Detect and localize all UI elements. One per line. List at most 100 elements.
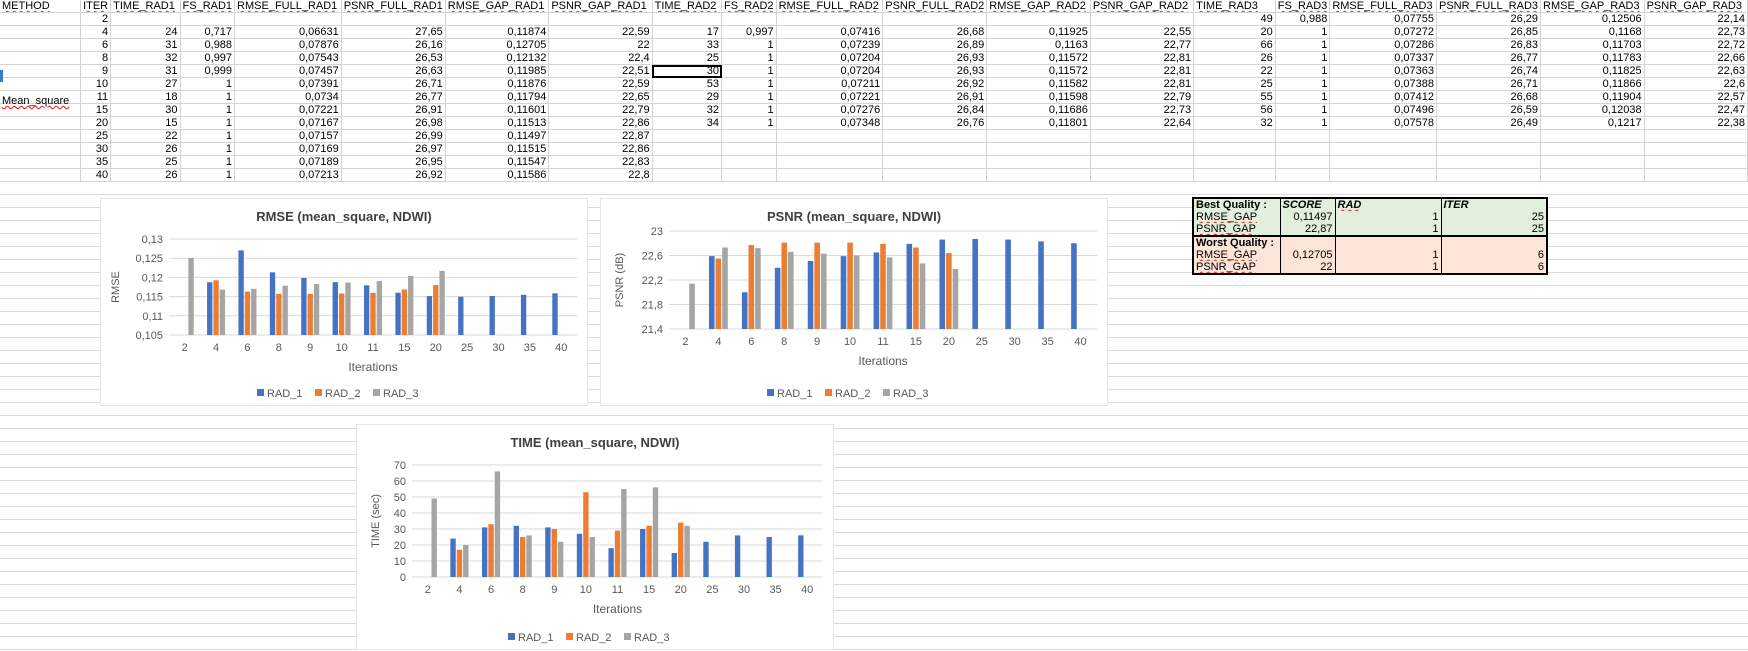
best-score-cell[interactable]: 22,87 <box>1280 223 1336 236</box>
table-cell[interactable]: 0,07189 <box>234 155 342 169</box>
table-cell[interactable]: 26,71 <box>341 77 446 91</box>
table-cell[interactable]: 22 <box>110 129 181 143</box>
table-cell[interactable] <box>1275 129 1331 143</box>
column-header[interactable]: RMSE_FULL_RAD1 <box>234 0 342 13</box>
table-cell[interactable] <box>1540 142 1645 156</box>
table-cell[interactable]: 25 <box>80 129 112 143</box>
table-cell[interactable]: 0,07363 <box>1329 64 1437 78</box>
table-cell[interactable] <box>0 116 82 130</box>
table-cell[interactable]: 0,997 <box>721 25 777 39</box>
table-cell[interactable] <box>1644 168 1748 182</box>
table-row[interactable]: 25 22 1 0,07157 26,99 0,11497 22,87 <box>0 129 1748 143</box>
table-cell[interactable]: 56 <box>1193 103 1276 117</box>
table-cell[interactable]: 25 <box>110 155 181 169</box>
table-cell[interactable]: 0,11547 <box>445 155 550 169</box>
table-cell[interactable]: 0,07337 <box>1329 51 1437 65</box>
table-cell[interactable] <box>548 12 653 26</box>
table-cell[interactable]: 26 <box>110 168 181 182</box>
time-chart[interactable]: TIME (mean_square, NDWI) 0 10 20 30 40 50 60 70 2… <box>356 424 834 650</box>
table-cell[interactable] <box>776 168 884 182</box>
table-cell[interactable]: 26,93 <box>882 51 988 65</box>
table-cell[interactable]: 0,07388 <box>1329 77 1437 91</box>
column-header[interactable]: RMSE_FULL_RAD3 <box>1329 0 1437 13</box>
table-cell[interactable]: 35 <box>80 155 112 169</box>
table-cell[interactable]: 22,51 <box>548 64 653 78</box>
table-cell[interactable]: 0,11601 <box>445 103 550 117</box>
table-cell[interactable] <box>1436 129 1542 143</box>
table-cell[interactable]: 0,11876 <box>445 77 550 91</box>
table-cell[interactable]: 0,07157 <box>234 129 342 143</box>
table-cell[interactable] <box>0 129 82 143</box>
table-cell[interactable]: 1 <box>721 64 777 78</box>
table-cell[interactable]: 0,11572 <box>986 51 1091 65</box>
table-cell[interactable]: 1 <box>1275 77 1331 91</box>
table-cell[interactable]: 22,14 <box>1644 12 1748 26</box>
table-cell[interactable]: 1 <box>721 103 777 117</box>
table-cell[interactable]: 18 <box>110 90 181 104</box>
table-cell[interactable] <box>1329 142 1437 156</box>
table-cell[interactable] <box>0 12 82 26</box>
table-cell[interactable] <box>445 12 550 26</box>
table-cell[interactable] <box>652 12 723 26</box>
worst-metric-cell[interactable]: RMSE_GAP <box>1192 249 1281 261</box>
table-cell[interactable] <box>882 155 988 169</box>
worst-iter-cell[interactable]: 6 <box>1441 261 1548 275</box>
table-cell[interactable]: 22,63 <box>1644 64 1748 78</box>
column-header[interactable]: TIME_RAD1 <box>110 0 181 13</box>
worst-rad-cell[interactable]: 1 <box>1335 249 1442 261</box>
table-row[interactable]: 2 49 0,988 0,07755 26,29 0,12506 22,14 <box>0 12 1748 26</box>
column-header[interactable]: PSNR_GAP_RAD1 <box>548 0 653 13</box>
table-cell[interactable]: 49 <box>1193 12 1276 26</box>
table-row[interactable]: 6 31 0,988 0,07876 26,16 0,12705 22 33 1 0,07239 2… <box>0 38 1748 52</box>
table-cell[interactable]: 15 <box>110 116 181 130</box>
column-header[interactable]: PSNR_GAP_RAD3 <box>1644 0 1748 13</box>
table-cell[interactable]: 20 <box>80 116 112 130</box>
table-cell[interactable]: 20 <box>1193 25 1276 39</box>
table-cell[interactable]: 0,1168 <box>1540 25 1645 39</box>
table-cell[interactable]: 26,76 <box>882 116 988 130</box>
table-cell[interactable]: 22,73 <box>1090 103 1195 117</box>
table-cell[interactable]: 0,11703 <box>1540 38 1645 52</box>
table-cell[interactable]: 0,07876 <box>234 38 342 52</box>
table-row[interactable]: 4 24 0,717 0,06631 27,65 0,11874 22,59 17 0,997 0… <box>0 25 1748 39</box>
table-cell[interactable]: 0,997 <box>180 51 236 65</box>
table-cell[interactable]: 0,07204 <box>776 51 884 65</box>
table-cell[interactable] <box>986 155 1091 169</box>
table-cell[interactable]: 0,11572 <box>986 64 1091 78</box>
table-cell[interactable] <box>0 168 82 182</box>
table-cell[interactable]: 1 <box>1275 51 1331 65</box>
table-cell[interactable]: 24 <box>110 25 181 39</box>
table-cell[interactable]: 0,12132 <box>445 51 550 65</box>
table-cell[interactable]: 26,71 <box>1436 77 1542 91</box>
best-rad-header[interactable]: RAD <box>1335 197 1442 211</box>
table-cell[interactable] <box>1644 142 1748 156</box>
table-row[interactable]: 30 26 1 0,07169 26,97 0,11515 22,86 <box>0 142 1748 156</box>
psnr-chart[interactable]: PSNR (mean_square, NDWI) 21,4 21,8 22,2 22,6… <box>600 198 1108 406</box>
table-cell[interactable]: 0,11866 <box>1540 77 1645 91</box>
table-cell[interactable]: 0,07755 <box>1329 12 1437 26</box>
table-cell[interactable]: 27 <box>110 77 181 91</box>
table-cell[interactable]: 0,999 <box>180 64 236 78</box>
column-header[interactable]: FS_RAD1 <box>180 0 236 13</box>
table-cell[interactable]: 0,07272 <box>1329 25 1437 39</box>
table-cell[interactable]: 22,87 <box>548 129 653 143</box>
table-cell[interactable]: 0,988 <box>1275 12 1331 26</box>
table-cell[interactable] <box>652 142 723 156</box>
table-cell[interactable] <box>1540 129 1645 143</box>
table-cell[interactable]: 0,11586 <box>445 168 550 182</box>
table-cell[interactable] <box>1436 142 1542 156</box>
table-cell[interactable]: 26,84 <box>882 103 988 117</box>
table-cell[interactable]: 0,12705 <box>445 38 550 52</box>
table-cell[interactable]: 22,66 <box>1644 51 1748 65</box>
table-cell[interactable] <box>721 155 777 169</box>
table-cell[interactable]: 0,12506 <box>1540 12 1645 26</box>
table-cell[interactable]: 1 <box>180 155 236 169</box>
table-cell[interactable] <box>1090 129 1195 143</box>
table-cell[interactable]: 0,11497 <box>445 129 550 143</box>
table-cell[interactable] <box>234 12 342 26</box>
table-cell[interactable] <box>721 12 777 26</box>
table-cell[interactable]: 26,68 <box>1436 90 1542 104</box>
table-cell[interactable] <box>1275 168 1331 182</box>
table-cell[interactable]: 0,07496 <box>1329 103 1437 117</box>
table-cell[interactable]: 53 <box>652 77 723 91</box>
